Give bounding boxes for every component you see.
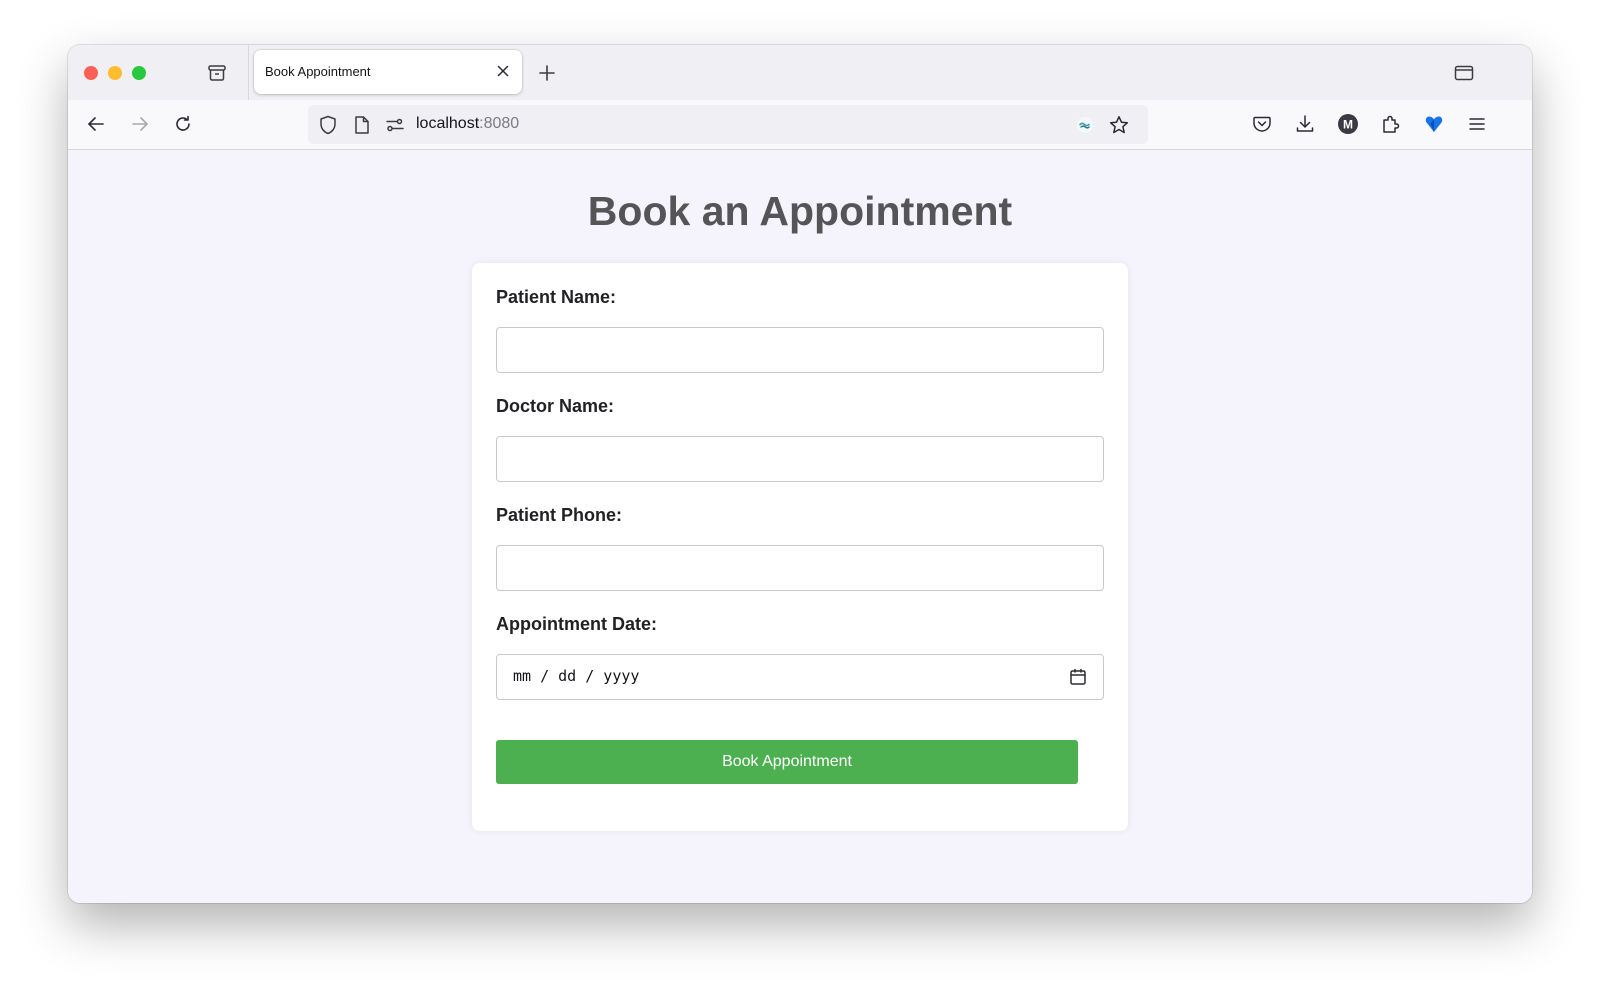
tab-overview-icon[interactable] [1452, 61, 1476, 85]
zoom-window-button[interactable] [132, 66, 146, 80]
browser-window: Book Appointment localhost:8080 M Book a… [68, 45, 1532, 903]
close-icon[interactable] [494, 62, 512, 80]
firefox-view-icon[interactable] [205, 61, 229, 85]
shield-icon[interactable] [316, 113, 340, 137]
reload-icon[interactable] [171, 112, 195, 136]
new-tab-plus-icon[interactable] [536, 62, 558, 84]
extensions-puzzle-icon[interactable] [1379, 112, 1403, 136]
url-text[interactable]: localhost:8080 [416, 115, 519, 133]
account-m-icon[interactable]: M [1336, 112, 1360, 136]
appointment-form: Patient Name: Doctor Name: Patient Phone… [472, 263, 1128, 831]
navigation-toolbar: localhost:8080 M [68, 100, 1532, 150]
extension-wave-icon[interactable] [1074, 114, 1096, 136]
tab-title: Book Appointment [265, 64, 371, 79]
patient-name-label: Patient Name: [496, 287, 617, 307]
tab-book-appointment[interactable]: Book Appointment [254, 50, 522, 94]
doctor-name-input[interactable] [496, 436, 1104, 482]
forward-arrow-icon[interactable] [128, 112, 152, 136]
pocket-icon[interactable] [1250, 112, 1274, 136]
tab-strip-separator [248, 45, 249, 100]
page-title: Book an Appointment [587, 188, 1013, 234]
patient-phone-input[interactable] [496, 545, 1104, 591]
appointment-date-input[interactable]: mm / dd / yyyy [496, 654, 1104, 700]
download-icon[interactable] [1293, 112, 1317, 136]
patient-name-input[interactable] [496, 327, 1104, 373]
url-bar[interactable]: localhost:8080 [308, 105, 1148, 144]
hamburger-menu-icon[interactable] [1465, 112, 1489, 136]
appointment-date-label: Appointment Date: [496, 614, 657, 634]
url-port: :8080 [479, 115, 520, 132]
doctor-name-label: Doctor Name: [496, 396, 615, 416]
back-arrow-icon[interactable] [84, 112, 108, 136]
date-placeholder: mm / dd / yyyy [513, 667, 640, 685]
patient-phone-label: Patient Phone: [496, 505, 623, 525]
url-host: localhost [416, 115, 480, 132]
page-content: Book an Appointment Patient Name: Doctor… [68, 150, 1532, 903]
bookmark-star-icon[interactable] [1107, 113, 1131, 137]
close-window-button[interactable] [84, 66, 98, 80]
book-appointment-button[interactable]: Book Appointment [496, 740, 1078, 784]
extension-heart-icon[interactable] [1422, 112, 1446, 136]
minimize-window-button[interactable] [108, 66, 122, 80]
page-icon[interactable] [350, 113, 374, 137]
svg-text:M: M [1343, 118, 1353, 132]
site-permissions-icon[interactable] [383, 113, 407, 137]
calendar-icon[interactable] [1069, 668, 1087, 686]
tab-strip: Book Appointment [68, 45, 1532, 100]
